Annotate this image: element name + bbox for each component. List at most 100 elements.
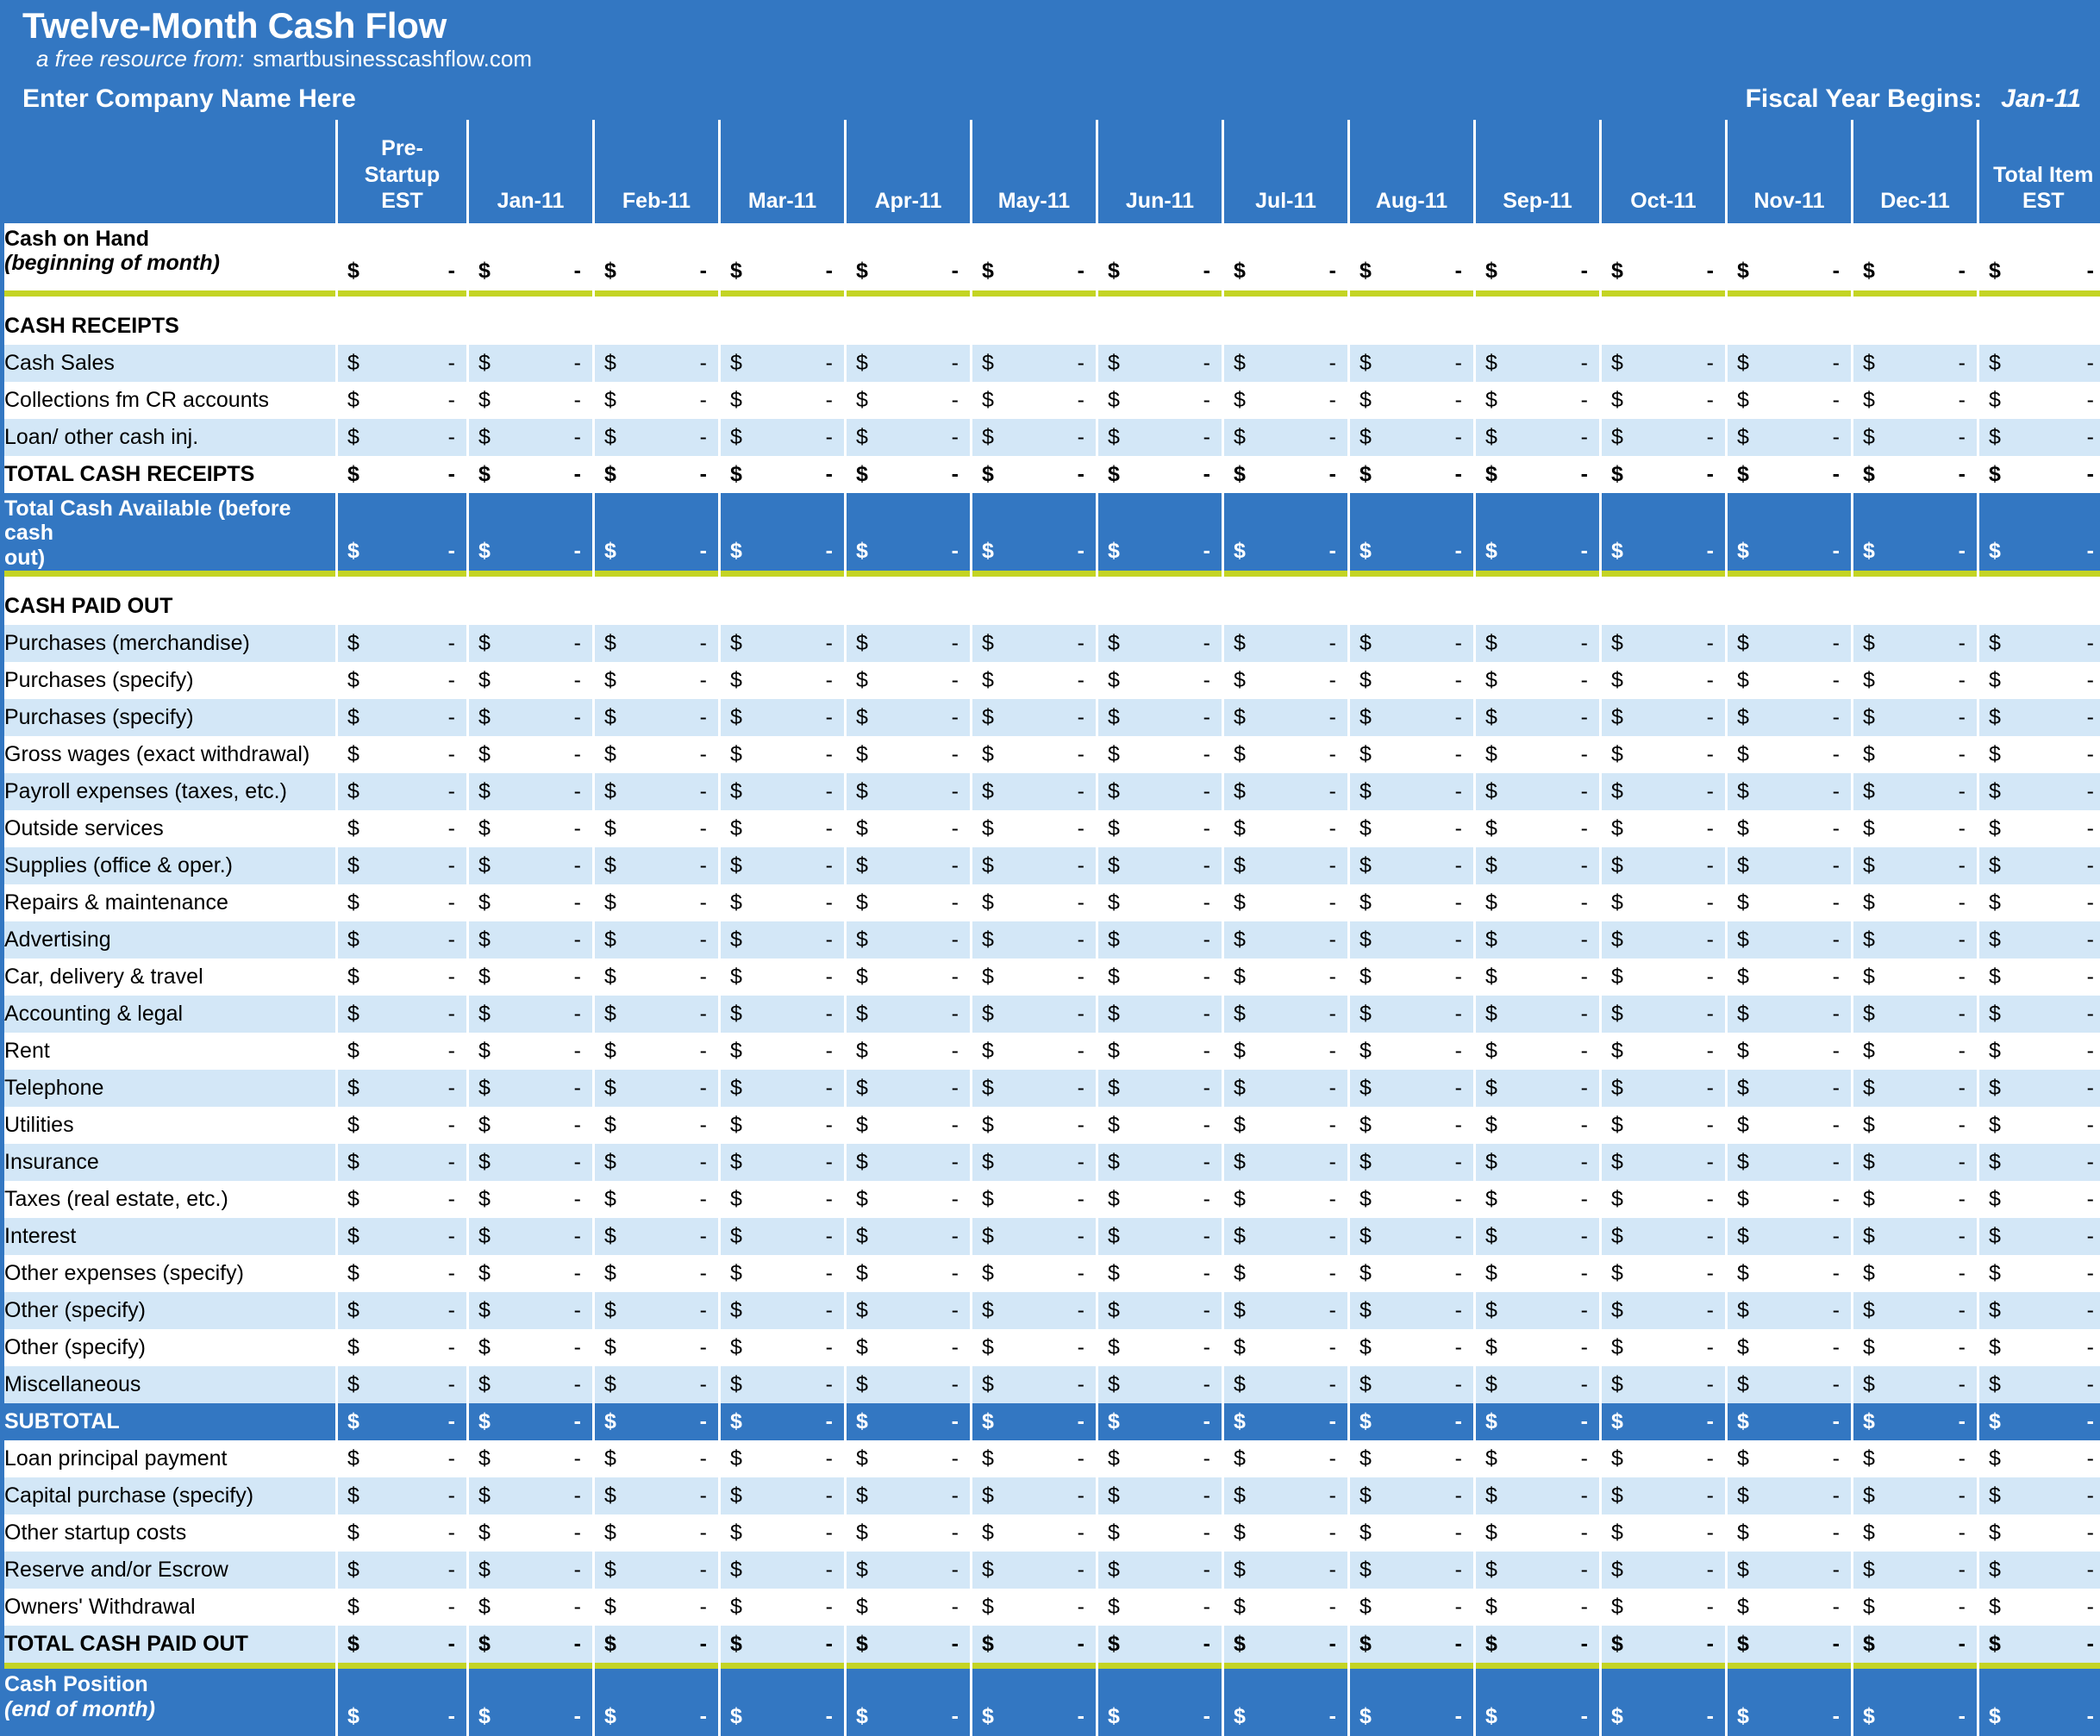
cell-cash-sales-aug-11[interactable]: $- [1349, 345, 1475, 382]
cell-advertising-apr-11[interactable]: $- [846, 921, 972, 959]
cell-gross-wages-mar-11[interactable]: $- [720, 736, 846, 773]
cell-repairs-maintenance-jun-11[interactable]: $- [1097, 884, 1223, 921]
cell-taxes-real-estate-nov-11[interactable]: $- [1727, 1181, 1853, 1218]
cell-miscellaneous-pre-startup[interactable]: $- [337, 1366, 468, 1403]
cell-purchases-specify-1-apr-11[interactable]: $- [846, 662, 972, 699]
cell-cash-on-hand-mar-11[interactable]: $- [720, 223, 846, 290]
cell-total-cash-paid-out-feb-11[interactable]: $- [594, 1626, 720, 1663]
cell-other-specify-1-jun-11[interactable]: $- [1097, 1292, 1223, 1329]
cell-total-cash-receipts-jan-11[interactable]: $- [468, 456, 594, 493]
cell-other-expenses-specify-total-item[interactable]: $- [1978, 1255, 2100, 1292]
cell-telephone-apr-11[interactable]: $- [846, 1070, 972, 1107]
cell-cash-receipts-header-may-11[interactable] [972, 308, 1097, 345]
cell-utilities-apr-11[interactable]: $- [846, 1107, 972, 1144]
cell-taxes-real-estate-oct-11[interactable]: $- [1601, 1181, 1727, 1218]
cell-purchases-specify-1-aug-11[interactable]: $- [1349, 662, 1475, 699]
cell-capital-purchase-specify-mar-11[interactable]: $- [720, 1477, 846, 1514]
cell-purchases-specify-1-jul-11[interactable]: $- [1223, 662, 1349, 699]
cell-reserve-escrow-pre-startup[interactable]: $- [337, 1552, 468, 1589]
cell-car-delivery-travel-oct-11[interactable]: $- [1601, 959, 1727, 996]
cell-loan-other-cash-inj-oct-11[interactable]: $- [1601, 419, 1727, 456]
cell-payroll-expenses-dec-11[interactable]: $- [1853, 773, 1978, 810]
cell-other-specify-2-aug-11[interactable]: $- [1349, 1329, 1475, 1366]
cell-accounting-legal-jan-11[interactable]: $- [468, 996, 594, 1033]
cell-taxes-real-estate-aug-11[interactable]: $- [1349, 1181, 1475, 1218]
cell-loan-principal-payment-pre-startup[interactable]: $- [337, 1440, 468, 1477]
cell-loan-other-cash-inj-feb-11[interactable]: $- [594, 419, 720, 456]
cell-total-cash-receipts-pre-startup[interactable]: $- [337, 456, 468, 493]
cell-cash-sales-oct-11[interactable]: $- [1601, 345, 1727, 382]
cell-cash-receipts-header-mar-11[interactable] [720, 308, 846, 345]
cell-collections-fm-cr-accounts-oct-11[interactable]: $- [1601, 382, 1727, 419]
cell-cash-paid-out-header-jul-11[interactable] [1223, 588, 1349, 625]
cell-capital-purchase-specify-apr-11[interactable]: $- [846, 1477, 972, 1514]
cell-insurance-total-item[interactable]: $- [1978, 1144, 2100, 1181]
cell-cash-sales-feb-11[interactable]: $- [594, 345, 720, 382]
cell-gross-wages-oct-11[interactable]: $- [1601, 736, 1727, 773]
cell-repairs-maintenance-sep-11[interactable]: $- [1475, 884, 1601, 921]
cell-cash-position-jan-11[interactable]: $- [468, 1669, 594, 1736]
cell-total-cash-available-sep-11[interactable]: $- [1475, 493, 1601, 571]
cell-subtotal-nov-11[interactable]: $- [1727, 1403, 1853, 1440]
cell-interest-feb-11[interactable]: $- [594, 1218, 720, 1255]
cell-insurance-aug-11[interactable]: $- [1349, 1144, 1475, 1181]
cell-miscellaneous-nov-11[interactable]: $- [1727, 1366, 1853, 1403]
cell-total-cash-paid-out-total-item[interactable]: $- [1978, 1626, 2100, 1663]
cell-other-expenses-specify-mar-11[interactable]: $- [720, 1255, 846, 1292]
cell-miscellaneous-jul-11[interactable]: $- [1223, 1366, 1349, 1403]
cell-miscellaneous-may-11[interactable]: $- [972, 1366, 1097, 1403]
cell-other-expenses-specify-nov-11[interactable]: $- [1727, 1255, 1853, 1292]
cell-repairs-maintenance-pre-startup[interactable]: $- [337, 884, 468, 921]
cell-other-specify-2-dec-11[interactable]: $- [1853, 1329, 1978, 1366]
cell-purchases-specify-1-may-11[interactable]: $- [972, 662, 1097, 699]
cell-subtotal-oct-11[interactable]: $- [1601, 1403, 1727, 1440]
cell-rent-apr-11[interactable]: $- [846, 1033, 972, 1070]
cell-gross-wages-pre-startup[interactable]: $- [337, 736, 468, 773]
cell-other-specify-2-oct-11[interactable]: $- [1601, 1329, 1727, 1366]
cell-gross-wages-jun-11[interactable]: $- [1097, 736, 1223, 773]
cell-outside-services-pre-startup[interactable]: $- [337, 810, 468, 847]
cell-owners-withdrawal-jun-11[interactable]: $- [1097, 1589, 1223, 1626]
cell-cash-position-oct-11[interactable]: $- [1601, 1669, 1727, 1736]
cell-payroll-expenses-mar-11[interactable]: $- [720, 773, 846, 810]
cell-purchases-specify-1-jan-11[interactable]: $- [468, 662, 594, 699]
cell-accounting-legal-total-item[interactable]: $- [1978, 996, 2100, 1033]
cell-cash-on-hand-dec-11[interactable]: $- [1853, 223, 1978, 290]
cell-purchases-merchandise-aug-11[interactable]: $- [1349, 625, 1475, 662]
cell-owners-withdrawal-total-item[interactable]: $- [1978, 1589, 2100, 1626]
cell-utilities-feb-11[interactable]: $- [594, 1107, 720, 1144]
cell-purchases-specify-2-jun-11[interactable]: $- [1097, 699, 1223, 736]
cell-rent-mar-11[interactable]: $- [720, 1033, 846, 1070]
cell-total-cash-receipts-jul-11[interactable]: $- [1223, 456, 1349, 493]
cell-subtotal-jun-11[interactable]: $- [1097, 1403, 1223, 1440]
cell-miscellaneous-total-item[interactable]: $- [1978, 1366, 2100, 1403]
cell-utilities-dec-11[interactable]: $- [1853, 1107, 1978, 1144]
cell-interest-aug-11[interactable]: $- [1349, 1218, 1475, 1255]
cell-reserve-escrow-apr-11[interactable]: $- [846, 1552, 972, 1589]
cell-total-cash-receipts-total-item[interactable]: $- [1978, 456, 2100, 493]
cell-other-specify-1-aug-11[interactable]: $- [1349, 1292, 1475, 1329]
cell-cash-sales-total-item[interactable]: $- [1978, 345, 2100, 382]
cell-purchases-specify-1-nov-11[interactable]: $- [1727, 662, 1853, 699]
cell-cash-paid-out-header-may-11[interactable] [972, 588, 1097, 625]
cell-telephone-may-11[interactable]: $- [972, 1070, 1097, 1107]
cell-total-cash-receipts-apr-11[interactable]: $- [846, 456, 972, 493]
cell-car-delivery-travel-pre-startup[interactable]: $- [337, 959, 468, 996]
cell-capital-purchase-specify-may-11[interactable]: $- [972, 1477, 1097, 1514]
cell-capital-purchase-specify-jan-11[interactable]: $- [468, 1477, 594, 1514]
cell-repairs-maintenance-aug-11[interactable]: $- [1349, 884, 1475, 921]
cell-cash-sales-may-11[interactable]: $- [972, 345, 1097, 382]
cell-cash-position-jun-11[interactable]: $- [1097, 1669, 1223, 1736]
cell-other-specify-2-pre-startup[interactable]: $- [337, 1329, 468, 1366]
cell-interest-dec-11[interactable]: $- [1853, 1218, 1978, 1255]
cell-cash-position-may-11[interactable]: $- [972, 1669, 1097, 1736]
cell-utilities-jul-11[interactable]: $- [1223, 1107, 1349, 1144]
cell-car-delivery-travel-total-item[interactable]: $- [1978, 959, 2100, 996]
cell-insurance-pre-startup[interactable]: $- [337, 1144, 468, 1181]
cell-capital-purchase-specify-feb-11[interactable]: $- [594, 1477, 720, 1514]
cell-loan-principal-payment-sep-11[interactable]: $- [1475, 1440, 1601, 1477]
cell-insurance-mar-11[interactable]: $- [720, 1144, 846, 1181]
cell-loan-other-cash-inj-jul-11[interactable]: $- [1223, 419, 1349, 456]
cell-rent-jun-11[interactable]: $- [1097, 1033, 1223, 1070]
cell-insurance-jun-11[interactable]: $- [1097, 1144, 1223, 1181]
